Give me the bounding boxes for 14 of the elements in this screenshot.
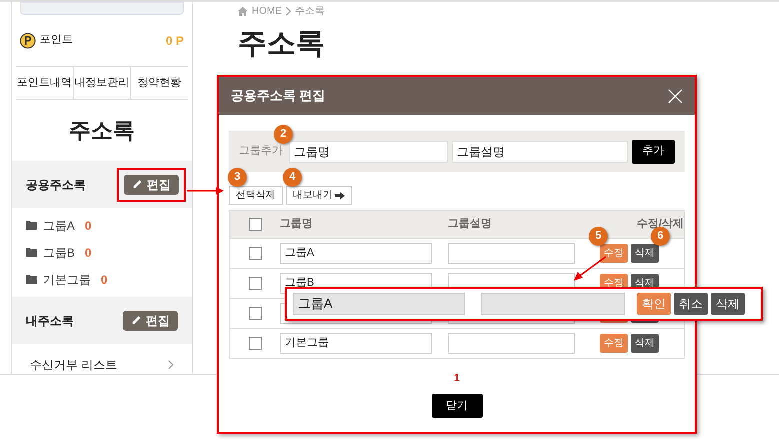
page-title: 주소록 <box>238 27 326 62</box>
section-title: 공용주소록 <box>26 176 86 194</box>
group-count: 0 <box>85 218 92 234</box>
group-count: 0 <box>85 244 92 262</box>
column-header: 그룹설명 <box>448 217 493 232</box>
group-count: 0 <box>101 272 108 288</box>
dialog-title: 공용주소록 편집 <box>231 87 326 106</box>
point-label: 포인트 <box>40 33 73 48</box>
add-group-label: 그룹추가 <box>239 144 283 160</box>
breadcrumb-current: 주소록 <box>295 5 325 19</box>
section-title: 내주소록 <box>26 312 74 330</box>
point-value: 0 P <box>166 32 184 50</box>
column-header: 그룹명 <box>280 217 314 232</box>
sidebar-title: 주소록 <box>68 117 136 145</box>
